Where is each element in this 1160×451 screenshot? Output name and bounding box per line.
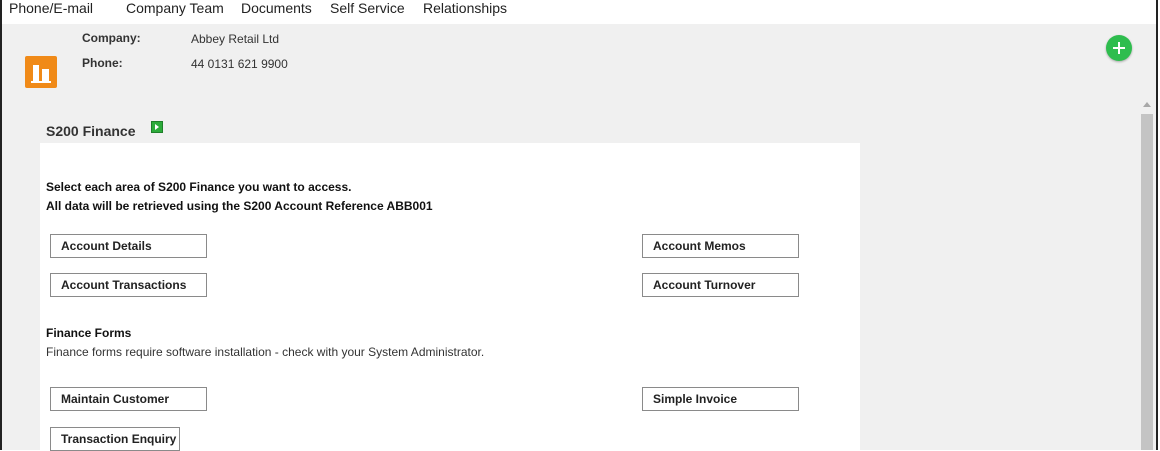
instruction-line-1: Select each area of S200 Finance you wan…	[46, 180, 352, 194]
account-transactions-button[interactable]: Account Transactions	[50, 273, 207, 297]
company-building-icon	[25, 56, 57, 88]
finance-forms-note: Finance forms require software installat…	[46, 345, 485, 359]
finance-forms-heading: Finance Forms	[46, 326, 132, 340]
company-name: Abbey Retail Ltd	[191, 32, 280, 46]
company-label: Company:	[82, 31, 141, 45]
scrollbar-thumb[interactable]	[1141, 114, 1153, 450]
tab-self-service[interactable]: Self Service	[330, 0, 405, 16]
account-memos-button[interactable]: Account Memos	[642, 234, 799, 258]
transaction-enquiry-button[interactable]: Transaction Enquiry	[50, 427, 180, 451]
tab-phone-email[interactable]: Phone/E-mail	[9, 0, 93, 16]
tab-relationships[interactable]: Relationships	[423, 0, 507, 16]
account-details-button[interactable]: Account Details	[50, 234, 207, 258]
maintain-customer-button[interactable]: Maintain Customer	[50, 387, 207, 411]
add-circle-icon[interactable]	[1106, 35, 1132, 61]
phone-label: Phone:	[82, 56, 123, 70]
play-icon[interactable]	[151, 121, 163, 133]
top-navigation: Phone/E-mail Company Team Documents Self…	[2, 0, 1156, 25]
section-title: S200 Finance	[46, 123, 136, 139]
vertical-scrollbar[interactable]	[1140, 98, 1154, 450]
tab-documents[interactable]: Documents	[241, 0, 312, 16]
instruction-line-2: All data will be retrieved using the S20…	[46, 199, 433, 213]
simple-invoice-button[interactable]: Simple Invoice	[642, 387, 799, 411]
account-turnover-button[interactable]: Account Turnover	[642, 273, 799, 297]
tab-company-team[interactable]: Company Team	[126, 0, 224, 16]
scroll-up-arrow-icon[interactable]	[1143, 102, 1151, 107]
finance-panel: Select each area of S200 Finance you wan…	[40, 143, 860, 451]
phone-value: 44 0131 621 9900	[191, 57, 288, 71]
